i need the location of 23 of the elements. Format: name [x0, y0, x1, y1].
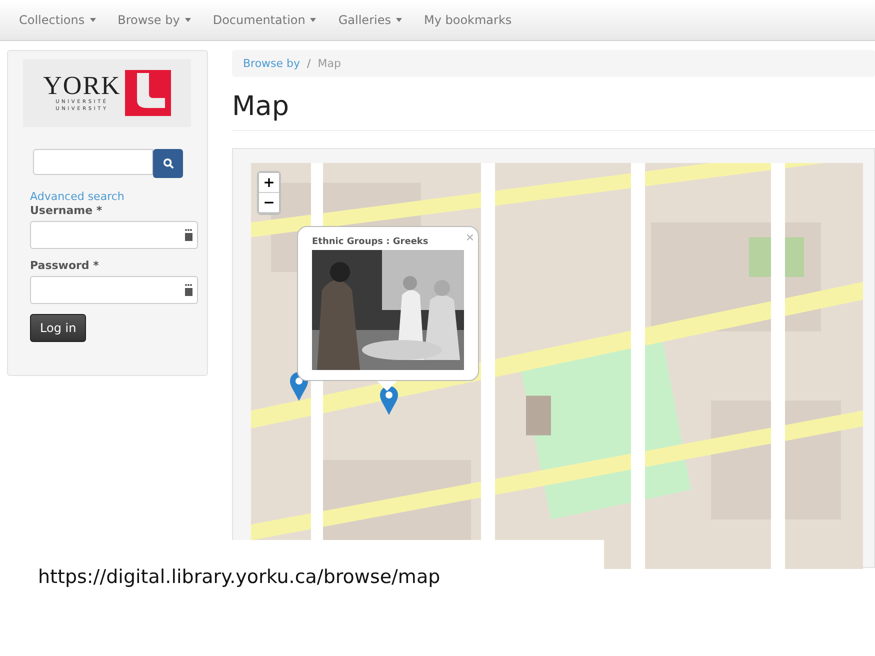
advanced-search-link[interactable]: Advanced search	[30, 190, 124, 203]
nav-menu-item[interactable]: Galleries	[327, 13, 413, 27]
breadcrumb-item[interactable]: Browse by	[243, 57, 300, 70]
u-logo-icon	[124, 70, 171, 116]
password-manager-icon	[184, 228, 193, 242]
breadcrumb-item[interactable]: Map	[318, 57, 341, 70]
input-field[interactable]	[30, 221, 198, 249]
search-field[interactable]	[33, 149, 153, 175]
page-heading: Map	[232, 91, 875, 131]
login-button[interactable]: Log in	[30, 314, 86, 342]
input-field[interactable]	[30, 276, 198, 304]
search-icon	[162, 158, 174, 169]
url-caption: https://digital.library.yorku.ca/browse/map	[38, 566, 440, 588]
search-button[interactable]	[153, 149, 183, 178]
nav-menu-item[interactable]: Documentation	[202, 13, 328, 27]
nav-menu-item[interactable]: My bookmarks	[412, 13, 523, 27]
logo-wordmark: YORK	[43, 73, 121, 99]
breadcrumb-separator: /	[307, 57, 311, 70]
field-label: Username *	[30, 204, 104, 217]
field-label: Password *	[30, 259, 100, 272]
nav-menu-item[interactable]: Collections	[8, 13, 107, 27]
nav-menu-item[interactable]: Browse by	[106, 13, 202, 27]
password-manager-icon	[184, 283, 193, 297]
